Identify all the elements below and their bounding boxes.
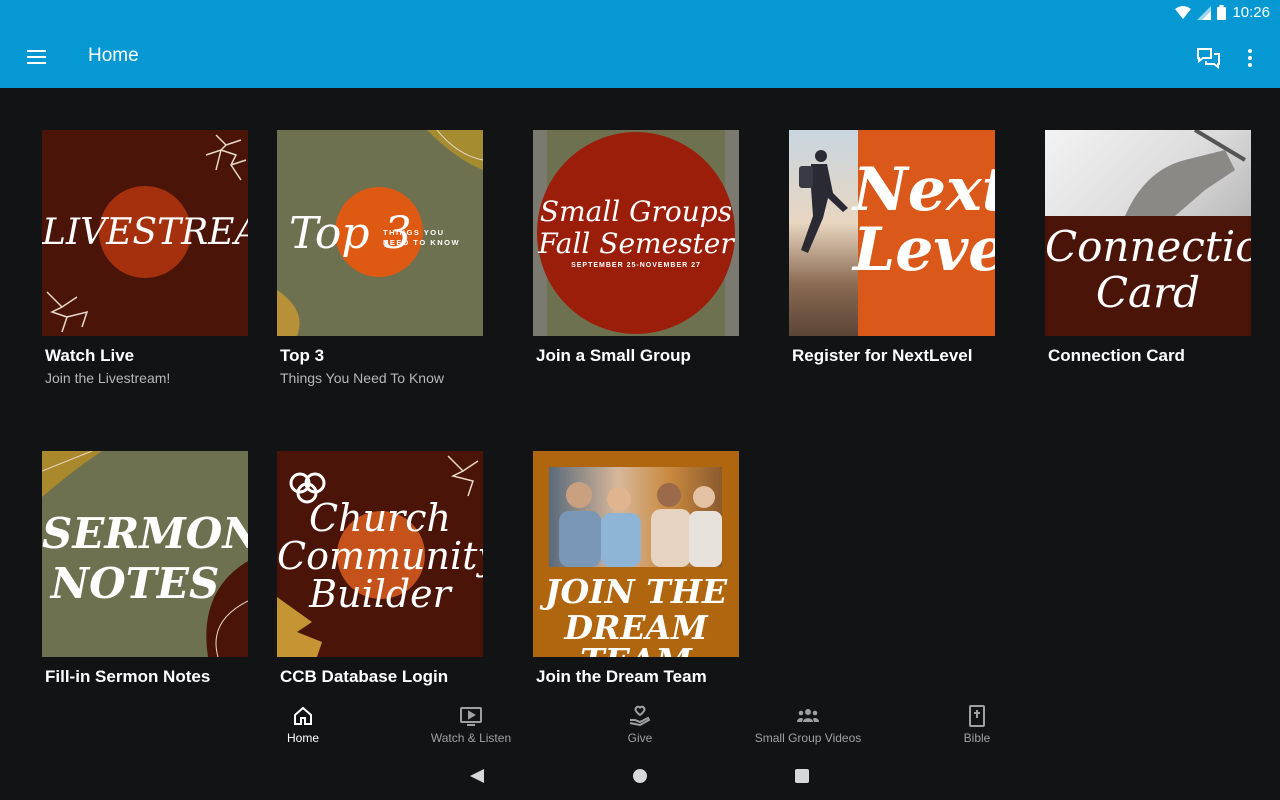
- card-title: Join the Dream Team: [536, 667, 707, 686]
- next-level-thumbnail: Next Level: [789, 130, 995, 336]
- tab-watch-listen[interactable]: Watch & Listen: [418, 700, 524, 752]
- tab-give[interactable]: Give: [610, 700, 670, 752]
- tab-label: Small Group Videos: [754, 731, 862, 745]
- small-groups-image-text-1: Small Groups: [539, 195, 733, 228]
- status-icons: 10:26: [1175, 4, 1270, 21]
- menu-icon-line: [26, 56, 46, 58]
- card-title: CCB Database Login: [280, 667, 449, 686]
- connection-card-thumbnail: Connection Card: [1045, 130, 1251, 336]
- small-groups-thumbnail: Small Groups Fall Semester SEPTEMBER 25-…: [533, 130, 739, 336]
- menu-button[interactable]: [18, 40, 54, 74]
- leaf-icon: [42, 451, 102, 497]
- menu-icon: [26, 50, 46, 52]
- card-subtitle: Join the Livestream!: [45, 370, 171, 386]
- leaf-icon: [427, 130, 483, 170]
- tab-label: Give: [627, 731, 653, 745]
- livestream-image-text: LIVESTREAM: [42, 212, 248, 253]
- small-groups-image-text-2: Fall Semester: [538, 227, 734, 260]
- people-photo-icon: [559, 482, 722, 567]
- battery-icon: [1217, 5, 1227, 20]
- dream-team-thumbnail: JOIN THE DREAM TEAM: [533, 451, 739, 657]
- status-time: 10:26: [1232, 4, 1270, 21]
- hiker-silhouette-icon: [799, 150, 848, 253]
- leaf-outline-icon: [205, 134, 247, 181]
- sermon-notes-thumbnail: SERMON NOTES: [42, 451, 248, 657]
- group-people-icon: [797, 709, 819, 722]
- top-3-thumbnail: Top 3 THINGS YOU NEED TO KNOW: [277, 130, 483, 336]
- ccb-image-text-3: Builder: [309, 572, 451, 616]
- card-title: Register for NextLevel: [792, 346, 973, 365]
- menu-icon-line: [26, 62, 46, 64]
- sermon-notes-image-text-2: NOTES: [50, 559, 220, 608]
- tab-label: Home: [286, 731, 319, 745]
- top-3-image-subtext-2: NEED TO KNOW: [383, 238, 461, 247]
- card-title: Watch Live: [45, 346, 135, 365]
- leaf-outline-icon: [46, 291, 89, 333]
- page-title: Home: [88, 45, 139, 66]
- give-heart-hand-icon: [629, 705, 651, 727]
- messages-button[interactable]: [1192, 42, 1224, 74]
- chat-icon: [1197, 48, 1220, 69]
- home-icon: [294, 706, 312, 725]
- tab-label: Bible: [963, 731, 991, 745]
- card-title: Fill-in Sermon Notes: [45, 667, 211, 686]
- more-vert-dot: [1248, 63, 1252, 67]
- signal-icon: [1197, 5, 1212, 20]
- ccb-image-text-2: Community: [277, 534, 483, 578]
- back-icon[interactable]: [469, 768, 485, 784]
- tv-play-icon: [460, 707, 482, 726]
- hand-writing-icon: [1125, 130, 1247, 216]
- wifi-icon: [1175, 5, 1192, 19]
- connection-image-text-2: Card: [1095, 268, 1201, 317]
- status-bar: 10:26: [0, 0, 1280, 26]
- leaf-outline-icon: [447, 455, 479, 497]
- bible-icon: [969, 705, 985, 727]
- card-title: Join a Small Group: [536, 346, 691, 365]
- ccb-thumbnail: Church Community Builder: [277, 451, 483, 657]
- next-level-image-text-2: Level: [853, 215, 995, 285]
- small-groups-image-subtext: SEPTEMBER 25-NOVEMBER 27: [571, 262, 701, 269]
- system-navigation-bar: [0, 752, 1280, 800]
- card-subtitle: Things You Need To Know: [280, 370, 444, 386]
- app-bar: Home: [0, 26, 1280, 88]
- home-circle-icon[interactable]: [632, 768, 648, 784]
- group-photo: [549, 467, 722, 567]
- card-title: Connection Card: [1048, 346, 1185, 365]
- tab-bible[interactable]: Bible: [952, 700, 1002, 752]
- more-options-button[interactable]: [1238, 42, 1262, 74]
- tab-label: Watch & Listen: [430, 731, 512, 745]
- next-level-image-text-1: Next: [853, 155, 995, 225]
- more-vert-icon: [1248, 49, 1252, 53]
- recents-square-icon[interactable]: [794, 768, 810, 784]
- bottom-navigation: Home Watch & Listen Give Small Group Vid…: [0, 700, 1280, 752]
- livestream-thumbnail: LIVESTREAM: [42, 130, 248, 336]
- tab-home[interactable]: Home: [272, 700, 334, 752]
- dream-team-image-text-2: DREAM TEAM: [564, 608, 708, 657]
- connection-image-text-1: Connection: [1045, 222, 1251, 271]
- card-title: Top 3: [280, 346, 325, 365]
- more-vert-dot: [1248, 56, 1252, 60]
- ccb-image-text-1: Church: [309, 496, 451, 540]
- sermon-notes-image-text-1: SERMON: [42, 509, 248, 558]
- dream-team-image-text-1: JOIN THE: [544, 572, 728, 611]
- tab-small-group-videos[interactable]: Small Group Videos: [748, 700, 868, 752]
- top-3-image-subtext-1: THINGS YOU: [383, 228, 445, 237]
- leaf-icon: [277, 290, 300, 336]
